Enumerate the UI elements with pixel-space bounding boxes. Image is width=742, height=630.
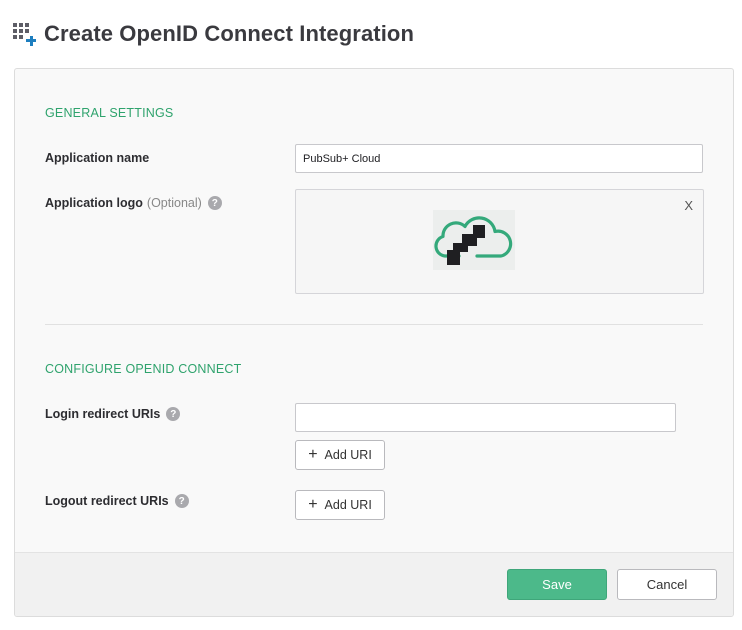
login-redirect-label: Login redirect URIs ?	[45, 407, 181, 421]
add-logout-uri-button[interactable]: + Add URI	[295, 490, 385, 520]
plus-icon: +	[308, 496, 318, 513]
add-login-uri-button[interactable]: + Add URI	[295, 440, 385, 470]
help-icon[interactable]: ?	[166, 407, 181, 421]
application-logo-label: Application logo (Optional) ?	[45, 196, 222, 210]
application-name-label: Application name	[45, 151, 150, 165]
application-name-input[interactable]	[295, 144, 703, 173]
section-divider	[45, 324, 703, 325]
cancel-button[interactable]: Cancel	[617, 569, 717, 600]
save-button[interactable]: Save	[507, 569, 607, 600]
help-icon[interactable]: ?	[174, 494, 189, 508]
cloud-logo-image	[433, 210, 515, 270]
general-settings-heading: GENERAL SETTINGS	[45, 106, 174, 120]
grid-add-icon	[13, 21, 37, 47]
help-icon[interactable]: ?	[207, 196, 222, 210]
remove-logo-icon[interactable]: X	[684, 198, 693, 213]
login-redirect-uri-input[interactable]	[295, 403, 676, 432]
optional-tag: (Optional)	[146, 196, 202, 210]
page-header: Create OpenID Connect Integration	[13, 18, 414, 50]
plus-icon: +	[308, 446, 318, 463]
logout-redirect-label: Logout redirect URIs ?	[45, 494, 189, 508]
configure-openid-heading: CONFIGURE OPENID CONNECT	[45, 362, 242, 376]
page-title: Create OpenID Connect Integration	[44, 21, 415, 46]
logo-upload-box[interactable]: X	[295, 189, 704, 294]
integration-form-card: GENERAL SETTINGS Application name Applic…	[14, 68, 734, 617]
